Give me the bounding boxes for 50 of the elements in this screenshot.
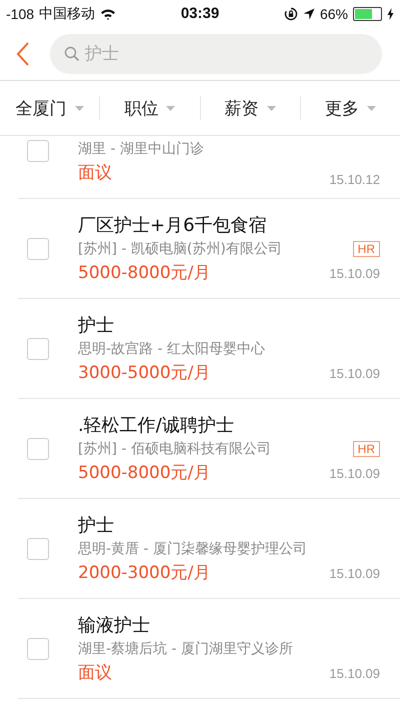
job-salary: 面议 <box>78 162 113 184</box>
filter-dropdown[interactable]: 全厦门 <box>0 96 100 120</box>
caret-icon <box>166 106 176 110</box>
battery-percent: 66% <box>320 6 348 22</box>
wifi-icon <box>100 8 116 20</box>
signal-strength: -108 <box>6 6 34 22</box>
job-salary: 2000-3000元/月 <box>78 562 212 584</box>
job-location: 湖里-蔡塘后坑 - 厦门湖里守义诊所 <box>78 640 294 658</box>
location-arrow-icon <box>302 8 315 20</box>
search-icon <box>64 46 80 62</box>
checkbox[interactable] <box>27 140 49 162</box>
filter-dropdown[interactable]: 薪资 <box>200 96 301 120</box>
job-title[interactable]: 厂区护士+月6千包食宿 <box>78 213 330 237</box>
charging-bolt-icon <box>387 8 394 20</box>
job-salary: 面议 <box>78 662 113 684</box>
checkbox[interactable] <box>27 338 49 360</box>
job-location: 思明-故宫路 - 红太阳母婴中心 <box>78 340 266 358</box>
job-title[interactable]: 护士 <box>78 513 330 537</box>
carrier-name: 中国移动 <box>39 4 96 22</box>
job-salary: 3000-5000元/月 <box>78 362 212 384</box>
job-location: 思明-黄厝 - 厦门柒馨缘母婴护理公司 <box>78 540 308 558</box>
hr-badge: HR <box>352 441 380 457</box>
checkbox[interactable] <box>27 638 49 660</box>
job-location: [苏州] - 凯硕电脑(苏州)有限公司 <box>78 240 283 258</box>
rotation-lock-icon <box>284 6 298 20</box>
job-title[interactable]: 护士 <box>78 313 330 337</box>
filter-dropdown[interactable]: 更多 <box>300 96 400 120</box>
checkbox[interactable] <box>27 238 49 260</box>
caret-icon <box>366 106 376 110</box>
post-date: 15.10.09 <box>329 466 380 481</box>
search-field[interactable]: 护士 <box>50 34 382 74</box>
clock-time: 03:39 <box>180 5 220 22</box>
checkbox[interactable] <box>27 538 49 560</box>
job-location: [苏州] - 佰硕电脑科技有限公司 <box>78 440 272 458</box>
checkbox[interactable] <box>27 438 49 460</box>
job-salary: 5000-8000元/月 <box>78 462 212 484</box>
caret-icon <box>74 106 84 110</box>
job-salary: 5000-8000元/月 <box>78 262 212 284</box>
post-date: 15.10.09 <box>329 666 380 681</box>
battery-icon <box>353 6 382 20</box>
post-date: 15.10.09 <box>329 566 380 581</box>
caret-icon <box>266 106 276 110</box>
job-location: 湖里 - 湖里中山门诊 <box>78 140 205 158</box>
post-date: 15.10.09 <box>329 366 380 381</box>
hr-badge: HR <box>352 241 380 257</box>
job-title[interactable]: 输液护士 <box>78 613 330 637</box>
job-title[interactable]: .轻松工作/诚聘护士 <box>78 413 330 437</box>
post-date: 15.10.12 <box>329 172 380 187</box>
post-date: 15.10.09 <box>329 266 380 281</box>
filter-dropdown[interactable]: 职位 <box>100 96 200 120</box>
